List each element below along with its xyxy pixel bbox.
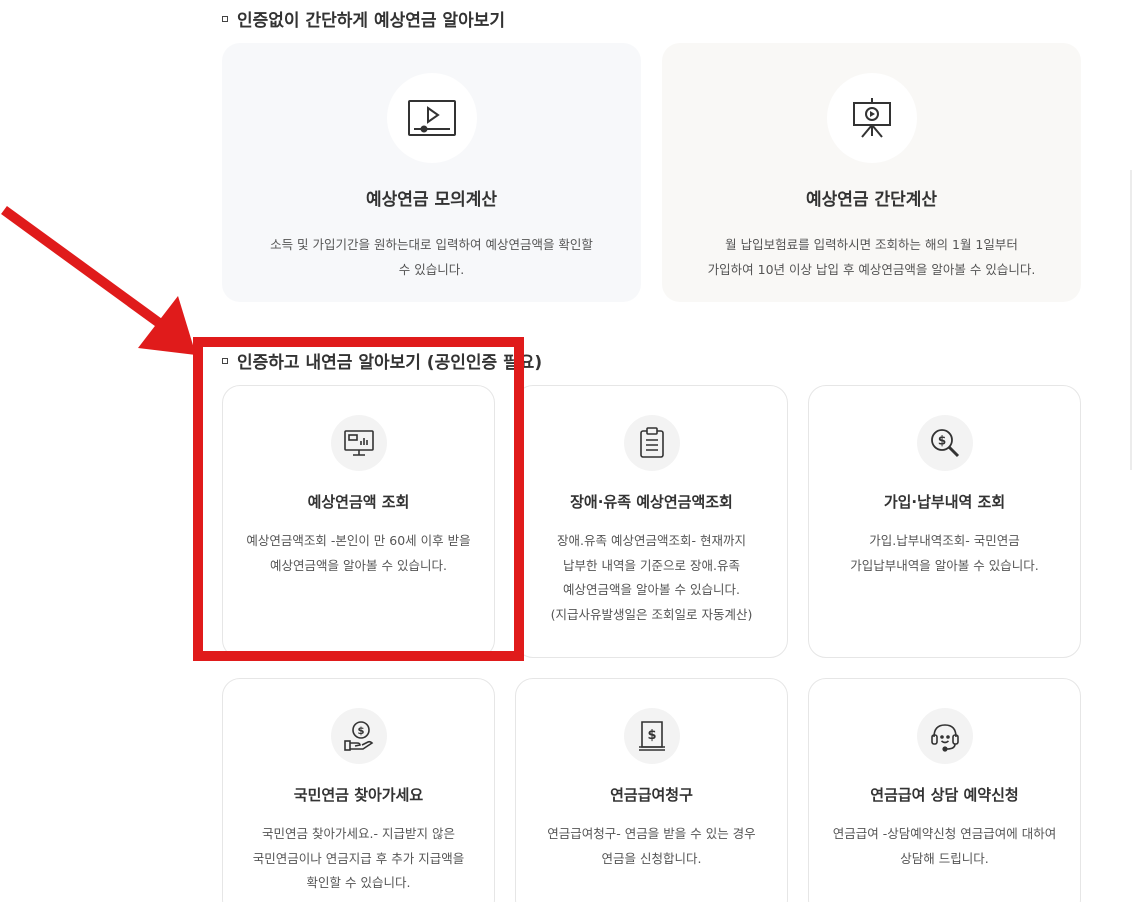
desc-line: (지급사유발생일은 조회일로 자동계산)	[550, 606, 753, 622]
presentation-board-icon	[826, 73, 917, 163]
card-title: 장애·유족 예상연금액조회	[570, 493, 733, 511]
hand-coin-icon: $	[330, 708, 387, 764]
desc-line: 연금급여청구- 연금을 받을 수 있는 경우	[547, 826, 756, 841]
card-title: 예상연금 모의계산	[365, 190, 498, 210]
card-disability-survivor-inquiry[interactable]: 장애·유족 예상연금액조회 장애.유족 예상연금액조회- 현재까지 납부한 내역…	[515, 385, 788, 658]
desc-line: 연금을 신청합니다.	[601, 850, 702, 866]
desc-line: 가입하여 10년 이상 납입 후 예상연금액을 알아볼 수 있습니다.	[707, 262, 1036, 277]
section-title-text: 인증하고 내연금 알아보기 (공인인증 필요)	[237, 353, 543, 373]
card-expected-pension-inquiry[interactable]: 예상연금액 조회 예상연금액조회 -본인이 만 60세 이후 받을 예상연금액을…	[222, 385, 495, 658]
annotation-arrow-icon	[1, 205, 196, 355]
card-description: 장애.유족 예상연금액조회- 현재까지 납부한 내역을 기준으로 장애.유족 예…	[527, 529, 777, 627]
card-simulation-calc[interactable]: 예상연금 모의계산 소득 및 가입기간을 원하는대로 입력하여 예상연금액을 확…	[222, 43, 641, 302]
desc-line: 국민연금이나 연금지급 후 추가 지급액을	[252, 850, 465, 866]
card-title: 가입·납부내역 조회	[883, 493, 1006, 511]
card-find-national-pension[interactable]: $ 국민연금 찾아가세요 국민연금 찾아가세요.- 지급받지 않은 국민연금이나…	[222, 678, 495, 902]
monitor-chart-icon	[330, 415, 387, 471]
section-title-certified: 인증하고 내연금 알아보기 (공인인증 필요)	[222, 348, 542, 373]
desc-line: 가입.납부내역조회- 국민연금	[869, 533, 1020, 548]
card-consultation-reservation[interactable]: 연금급여 상담 예약신청 연금급여 -상담예약신청 연금급여에 대하여 상담해 …	[808, 678, 1081, 902]
svg-text:$: $	[357, 726, 364, 737]
card-simple-calc[interactable]: 예상연금 간단계산 월 납입보험료를 입력하시면 조회하는 해의 1월 1일부터…	[662, 43, 1081, 302]
desc-line: 예상연금액을 알아볼 수 있습니다.	[270, 557, 447, 573]
desc-line: 소득 및 가입기간을 원하는대로 입력하여 예상연금액을 확인할	[270, 237, 593, 252]
section-title-simple: 인증없이 간단하게 예상연금 알아보기	[222, 6, 505, 31]
desc-line: 연금급여 -상담예약신청 연금급여에 대하여	[832, 826, 1057, 841]
desc-line: 수 있습니다.	[398, 262, 465, 277]
card-title: 국민연금 찾아가세요	[293, 786, 424, 804]
card-title: 예상연금액 조회	[307, 493, 410, 511]
desc-line: 국민연금 찾아가세요.- 지급받지 않은	[262, 826, 455, 841]
desc-line: 확인할 수 있습니다.	[306, 875, 411, 890]
section-title-text: 인증없이 간단하게 예상연금 알아보기	[237, 11, 505, 31]
desc-line: 월 납입보험료를 입력하시면 조회하는 해의 1월 1일부터	[725, 237, 1018, 252]
card-description: 연금급여 -상담예약신청 연금급여에 대하여 상담해 드립니다.	[820, 822, 1070, 871]
card-description: 연금급여청구- 연금을 받을 수 있는 경우 연금을 신청합니다.	[527, 822, 777, 871]
card-description: 월 납입보험료를 입력하시면 조회하는 해의 1월 1일부터 가입하여 10년 …	[687, 232, 1057, 282]
card-title: 예상연금 간단계산	[805, 190, 938, 210]
desc-line: 가입납부내역을 알아볼 수 있습니다.	[850, 557, 1039, 573]
desc-line: 예상연금액조회 -본인이 만 60세 이후 받을	[246, 533, 471, 548]
card-title: 연금급여청구	[610, 786, 693, 804]
card-description: 소득 및 가입기간을 원하는대로 입력하여 예상연금액을 확인할 수 있습니다.	[247, 232, 617, 282]
square-bullet-icon	[222, 357, 228, 364]
headset-icon	[916, 708, 973, 764]
card-pension-benefit-claim[interactable]: $ 연금급여청구 연금급여청구- 연금을 받을 수 있는 경우 연금을 신청합니…	[515, 678, 788, 902]
dollar-search-icon: $	[916, 415, 973, 471]
card-description: 국민연금 찾아가세요.- 지급받지 않은 국민연금이나 연금지급 후 추가 지급…	[234, 822, 484, 896]
clipboard-icon	[623, 415, 680, 471]
card-subscription-payment-inquiry[interactable]: $ 가입·납부내역 조회 가입.납부내역조회- 국민연금 가입납부내역을 알아볼…	[808, 385, 1081, 658]
card-title: 연금급여 상담 예약신청	[870, 786, 1019, 804]
square-bullet-icon	[222, 15, 228, 22]
desc-line: 상담해 드립니다.	[900, 850, 989, 866]
video-player-icon	[386, 73, 477, 163]
desc-line: 예상연금액을 알아볼 수 있습니다.	[563, 582, 740, 597]
desc-line: 납부한 내역을 기준으로 장애.유족	[563, 557, 740, 573]
dollar-document-icon: $	[623, 708, 680, 764]
card-description: 예상연금액조회 -본인이 만 60세 이후 받을 예상연금액을 알아볼 수 있습…	[234, 529, 484, 578]
card-description: 가입.납부내역조회- 국민연금 가입납부내역을 알아볼 수 있습니다.	[820, 529, 1070, 578]
desc-line: 장애.유족 예상연금액조회- 현재까지	[557, 533, 746, 548]
svg-text:$: $	[647, 728, 656, 743]
svg-text:$: $	[937, 434, 945, 448]
